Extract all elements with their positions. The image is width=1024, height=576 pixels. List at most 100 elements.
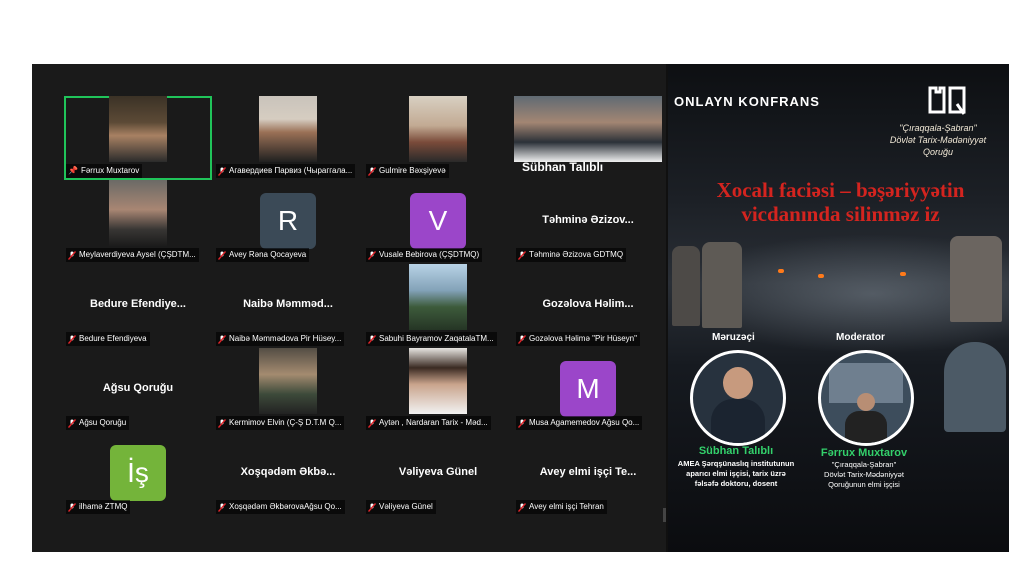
- participant-name: Kermimov Elvin (Ç-Ş D.T.M Q...: [229, 418, 342, 427]
- participant-video: [514, 96, 662, 162]
- participant-name-label: Xoşqədəm ƏkbərovaAğsu Qo...: [216, 500, 345, 514]
- participant-display-name: Ağsu Qoruğu: [102, 382, 174, 394]
- fire-spot: [778, 269, 784, 273]
- participant-video: [409, 96, 467, 162]
- participant-video: [259, 96, 317, 162]
- speaker-photo: [690, 350, 786, 446]
- participant-tile[interactable]: Gulmire Bəxşiyevə: [364, 96, 512, 180]
- participant-tile[interactable]: 📌 Fərrux Muxtarov: [64, 96, 212, 180]
- fire-spot: [900, 272, 906, 276]
- org-line-3: Qoruğu: [922, 147, 954, 157]
- participant-display-name: Gozəlova Həlim...: [542, 298, 634, 310]
- participant-name: Gulmire Bəxşiyevə: [379, 166, 446, 175]
- muted-mic-icon: [68, 502, 76, 512]
- participant-display-name: Təhminə Əzizov...: [542, 214, 634, 226]
- participant-tile[interactable]: Xoşqədəm Əkbə... Xoşqədəm ƏkbərovaAğsu Qo…: [214, 432, 362, 516]
- participant-tile[interactable]: Naibə Məmməd... Naibə Məmmədova Pir Hüsey…: [214, 264, 362, 348]
- title-line-2: vicdanında silinməz iz: [741, 202, 940, 226]
- participant-name: Gozəlova Həlimə "Pir Hüseyn": [529, 334, 637, 343]
- participant-tile[interactable]: Bedure Efendiye... Bedure Efendiyeva: [64, 264, 212, 348]
- participant-tile[interactable]: M Musa Agamemedov Ağsu Qo...: [514, 348, 662, 432]
- moderator-name: Fərrux Muxtarov: [820, 447, 908, 459]
- participant-video: [109, 96, 167, 162]
- muted-mic-icon: [368, 334, 376, 344]
- participant-name-label: 📌 Fərrux Muxtarov: [66, 164, 143, 178]
- participant-avatar: R: [260, 193, 316, 249]
- participant-video: [409, 348, 467, 414]
- participant-display-name: Naibə Məmməd...: [243, 298, 333, 310]
- participant-name-label: Ağsu Qoruğu: [66, 416, 130, 430]
- meeting-window: 📌 Fərrux Muxtarov Агавердиев Парвиз (Чыраг…: [32, 64, 1009, 552]
- mother-child-figure: [944, 342, 1006, 432]
- participant-name: Xoşqədəm ƏkbərovaAğsu Qo...: [229, 502, 342, 511]
- participant-name-label: Bedure Efendiyeva: [66, 332, 150, 346]
- muted-mic-icon: [218, 334, 226, 344]
- participant-video: [409, 264, 467, 330]
- muted-mic-icon: [518, 502, 526, 512]
- participant-name-label: Gozəlova Həlimə "Pir Hüseyn": [516, 332, 640, 346]
- participant-tile[interactable]: V Vusale Bebirova (ÇŞDTMQ): [364, 180, 512, 264]
- moderator-description: "Çıraqqala-Şabran" Dövlət Tarix-Mədəniyy…: [800, 460, 928, 490]
- muted-mic-icon: [368, 418, 376, 428]
- speaker-heading: Məruzəçi: [712, 332, 755, 343]
- participant-tile[interactable]: Sübhan Talıblı: [514, 96, 662, 180]
- participant-name-label: Naibə Məmmədova Pir Hüsey...: [216, 332, 345, 346]
- participant-tile[interactable]: Avey elmi işçi Te... Avey elmi işçi Tehra…: [514, 432, 662, 516]
- speaker-desc-line: AMEA Şərqşünaslıq institutunun: [677, 459, 795, 468]
- poster-title: Xocalı faciəsi – bəşəriyyətin vicdanında…: [678, 178, 1003, 226]
- moderator-desc-line: "Çıraqqala-Şabran": [831, 460, 897, 469]
- participant-tile[interactable]: R Avey Rəna Qocayeva: [214, 180, 362, 264]
- moderator-photo: [818, 350, 914, 446]
- participant-name-label: Sabuhi Bayramov ZaqatalaTM...: [366, 332, 497, 346]
- participant-name-label: Avey elmi işçi Tehran: [516, 500, 607, 514]
- participant-name-label: Vusale Bebirova (ÇŞDTMQ): [366, 248, 483, 262]
- participant-name: Fərrux Muxtarov: [80, 166, 140, 175]
- participant-tile[interactable]: Gozəlova Həlim... Gozəlova Həlimə "Pir Hü…: [514, 264, 662, 348]
- moderator-heading: Moderator: [836, 332, 885, 343]
- participant-display-name: Vəliyeva Günel: [398, 466, 478, 478]
- participant-name-label: Kermimov Elvin (Ç-Ş D.T.M Q...: [216, 416, 345, 430]
- title-line-1: Xocalı faciəsi – bəşəriyyətin: [716, 178, 965, 202]
- muted-mic-icon: [218, 166, 226, 176]
- participant-name-label: Vəliyeva Günel: [366, 500, 436, 514]
- participant-name: Aytən , Nardaran Tarix - Məd...: [379, 418, 488, 427]
- pin-icon: 📌: [68, 166, 78, 175]
- speaker-desc-line: aparıcı elmi işçisi, tarix üzrə: [686, 469, 786, 478]
- speaker-name: Sübhan Talıblı: [698, 445, 774, 457]
- participant-tile[interactable]: Aytən , Nardaran Tarix - Məd...: [364, 348, 512, 432]
- moderator-desc-line: Qoruğunun elmi işçisi: [828, 480, 900, 489]
- participant-tile[interactable]: Meylaverdiyeva Aysel (ÇŞDTM...: [64, 180, 212, 264]
- participant-name: Vəliyeva Günel: [379, 502, 433, 511]
- speaker-desc-line: fəlsəfə doktoru, dosent: [694, 479, 778, 488]
- participant-avatar: M: [560, 361, 616, 417]
- participant-tile[interactable]: Vəliyeva Günel Vəliyeva Günel: [364, 432, 512, 516]
- participant-name-label: ilhamə ZTMQ: [66, 500, 131, 514]
- participant-name: Ağsu Qoruğu: [79, 418, 127, 427]
- participant-tile[interactable]: Агавердиев Парвиз (Чыраггала...: [214, 96, 362, 180]
- participant-name-label: Aytən , Nardaran Tarix - Məd...: [366, 416, 491, 430]
- participant-name-label: Musa Agamemedov Ağsu Qo...: [516, 416, 643, 430]
- org-line-2: Dövlət Tarix-Mədəniyyət: [889, 135, 987, 145]
- participant-name: Avey elmi işçi Tehran: [529, 502, 604, 511]
- participant-tile[interactable]: Sabuhi Bayramov ZaqatalaTM...: [364, 264, 512, 348]
- participant-name: Avey Rəna Qocayeva: [229, 250, 307, 259]
- participant-tile[interactable]: Ağsu Qoruğu Ağsu Qoruğu: [64, 348, 212, 432]
- muted-mic-icon: [518, 250, 526, 260]
- participant-name-label: Gulmire Bəxşiyevə: [366, 164, 449, 178]
- moderator-desc-line: Dövlət Tarix-Mədəniyyət: [824, 470, 904, 479]
- muted-mic-icon: [368, 250, 376, 260]
- participant-tile[interactable]: Kermimov Elvin (Ç-Ş D.T.M Q...: [214, 348, 362, 432]
- refugee-figure: [672, 246, 700, 326]
- muted-mic-icon: [68, 250, 76, 260]
- video-caption: Sübhan Talıblı: [522, 160, 604, 174]
- participant-name: Naibə Məmmədova Pir Hüsey...: [229, 334, 342, 343]
- gallery-scroll-handle[interactable]: [663, 508, 666, 522]
- participant-display-name: Bedure Efendiye...: [90, 298, 186, 310]
- participant-name-label: Агавердиев Парвиз (Чыраггала...: [216, 164, 356, 178]
- participant-name-label: Təhminə Əzizova GDTMQ: [516, 248, 627, 262]
- participant-tile[interactable]: İş ilhamə ZTMQ: [64, 432, 212, 516]
- participant-video: [259, 348, 317, 414]
- participant-avatar: V: [410, 193, 466, 249]
- participant-tile[interactable]: Təhminə Əzizov... Təhminə Əzizova GDTMQ: [514, 180, 662, 264]
- participant-name: Təhminə Əzizova GDTMQ: [529, 250, 624, 259]
